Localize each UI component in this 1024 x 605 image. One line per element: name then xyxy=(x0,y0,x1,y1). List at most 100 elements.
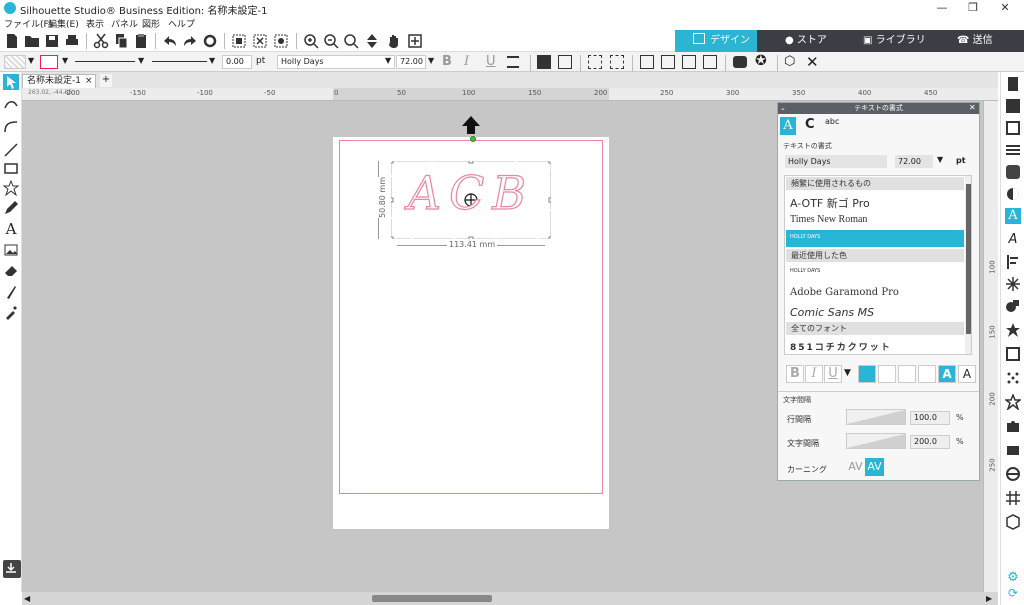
scroll-left-icon[interactable]: ◀ xyxy=(24,594,30,603)
zoom-select-icon[interactable] xyxy=(343,33,359,49)
open-folder-icon[interactable] xyxy=(24,33,40,49)
tab-design[interactable]: デザイン xyxy=(675,30,757,52)
trace-icon[interactable] xyxy=(1005,346,1021,362)
font-item[interactable]: Adobe Garamond Pro xyxy=(790,287,899,298)
font-list[interactable]: 頻繁に使用されるもの A-OTF 新ゴ Pro Times New Roman … xyxy=(784,175,972,355)
zoom-out-icon[interactable] xyxy=(323,33,339,49)
collapse-panel-icon[interactable]: ⌄ xyxy=(780,104,786,112)
sketch-icon[interactable] xyxy=(1005,370,1021,386)
sync-icon[interactable]: ⟳ xyxy=(1005,586,1021,602)
line-style-dropdown-icon[interactable]: ▼ xyxy=(138,56,144,65)
font-item[interactable]: Times New Roman xyxy=(790,214,867,225)
weld-icon[interactable] xyxy=(733,56,747,68)
bring-forward-icon[interactable] xyxy=(682,55,696,69)
pointer-tool-icon[interactable] xyxy=(3,74,19,90)
fill-color-swatch[interactable] xyxy=(4,55,26,69)
new-file-icon[interactable] xyxy=(4,33,20,49)
close-x-icon[interactable]: ✕ xyxy=(806,53,819,71)
knife-tool-icon[interactable] xyxy=(3,284,19,300)
eyedropper-tool-icon[interactable] xyxy=(3,304,19,320)
send-to-back-icon[interactable] xyxy=(661,55,675,69)
settings-gear-icon[interactable]: ⚙ xyxy=(1005,570,1021,586)
line-style-preview[interactable] xyxy=(75,61,135,62)
align-middle-icon[interactable] xyxy=(558,55,572,69)
ungroup-icon[interactable] xyxy=(610,55,624,69)
menu-help[interactable]: ヘルプ xyxy=(168,17,195,30)
rhinestone-icon[interactable] xyxy=(1003,392,1023,412)
puzzle-icon[interactable] xyxy=(1005,418,1021,434)
line-spacing-input[interactable]: 100.0 xyxy=(910,411,950,425)
send-backward-icon[interactable] xyxy=(703,55,717,69)
contrast-icon[interactable] xyxy=(1005,186,1021,202)
tab-store[interactable]: ● ストア xyxy=(785,30,827,52)
drag-view-icon[interactable] xyxy=(364,33,380,49)
select-all-icon[interactable] xyxy=(231,33,247,49)
text-on-path-icon[interactable]: A xyxy=(1005,232,1021,248)
tab-library[interactable]: ▣ ライブラリ xyxy=(863,30,926,52)
close-tab-icon[interactable]: × xyxy=(85,75,93,87)
text-tool-icon[interactable]: A xyxy=(3,220,19,238)
align-right-button[interactable] xyxy=(898,365,916,383)
paste-icon[interactable] xyxy=(133,33,149,49)
line-color-swatch[interactable] xyxy=(40,55,58,69)
print-cut-icon[interactable] xyxy=(1005,442,1021,458)
fill-panel-icon[interactable] xyxy=(1005,164,1021,180)
image-tool-icon[interactable] xyxy=(3,242,19,258)
text-style-tab-icon[interactable]: A xyxy=(780,117,796,135)
maximize-button[interactable]: ❐ xyxy=(958,0,988,16)
menu-edit[interactable]: 編集(E) xyxy=(48,17,79,30)
scrollbar-thumb[interactable] xyxy=(372,595,492,602)
redo-icon[interactable] xyxy=(182,33,198,49)
rotate-handle[interactable] xyxy=(470,136,476,142)
pencil-tool-icon[interactable] xyxy=(3,200,19,216)
cut-icon[interactable] xyxy=(93,33,109,49)
text-align-icon[interactable] xyxy=(507,56,519,68)
print-icon[interactable] xyxy=(64,33,80,49)
fill-dropdown-icon[interactable]: ▼ xyxy=(28,56,34,65)
menu-panel[interactable]: パネル xyxy=(111,17,138,30)
font-size-input[interactable]: 72.00 xyxy=(396,55,426,69)
panel-italic-button[interactable]: I xyxy=(805,365,823,383)
pan-hand-icon[interactable] xyxy=(386,33,402,49)
char-spacing-input[interactable]: 200.0 xyxy=(910,435,950,449)
font-item[interactable]: Comic Sans MS xyxy=(790,306,874,319)
group-icon[interactable] xyxy=(588,55,602,69)
text-path-tab-icon[interactable]: C xyxy=(805,117,815,132)
minimize-button[interactable]: — xyxy=(927,0,957,16)
pixscan-icon[interactable] xyxy=(1005,98,1021,114)
font-item[interactable]: 851コチカクワット xyxy=(790,340,892,353)
line-end-preview[interactable] xyxy=(152,61,207,62)
select-by-color-icon[interactable] xyxy=(273,33,289,49)
import-icon[interactable] xyxy=(3,560,21,578)
zoom-in-icon[interactable] xyxy=(303,33,319,49)
font-list-scroll-thumb[interactable] xyxy=(966,184,971,334)
rectangle-tool-icon[interactable] xyxy=(3,160,19,176)
horizontal-scrollbar[interactable]: ◀ ▶ xyxy=(22,592,998,605)
bold-button[interactable]: B xyxy=(442,54,452,69)
tab-send[interactable]: ☎ 送信 xyxy=(957,30,993,52)
scroll-right-icon[interactable]: ▶ xyxy=(986,594,992,603)
panel-bold-button[interactable]: B xyxy=(786,365,804,383)
panel-font-size[interactable]: 72.00 xyxy=(895,155,933,168)
align-panel-icon[interactable] xyxy=(1005,254,1021,270)
line-color-dropdown-icon[interactable]: ▼ xyxy=(62,56,68,65)
kerning-off-button[interactable]: AV xyxy=(846,458,865,476)
line-tool-icon[interactable] xyxy=(3,142,19,158)
close-panel-icon[interactable]: ✕ xyxy=(969,103,976,112)
italic-button[interactable]: I xyxy=(464,54,469,69)
save-icon[interactable] xyxy=(44,33,60,49)
offset-icon[interactable] xyxy=(1005,322,1021,338)
panel-font-name[interactable]: Holly Days xyxy=(785,155,887,168)
modify-icon[interactable] xyxy=(1005,298,1021,314)
style-dropdown-icon[interactable]: ▼ xyxy=(844,368,851,378)
menu-view[interactable]: 表示 xyxy=(86,17,104,30)
page-setup-icon[interactable] xyxy=(1005,76,1021,92)
char-spacing-slider[interactable] xyxy=(846,433,906,449)
font-size-dropdown-icon[interactable]: ▼ xyxy=(428,56,434,65)
align-left-button[interactable] xyxy=(858,365,876,383)
text-baseline-button[interactable]: A xyxy=(958,365,976,383)
line-spacing-slider[interactable] xyxy=(846,409,906,425)
panel-underline-button[interactable]: U xyxy=(824,365,842,383)
close-window-button[interactable]: ✕ xyxy=(990,0,1020,16)
menu-shape[interactable]: 図形 xyxy=(142,17,160,30)
